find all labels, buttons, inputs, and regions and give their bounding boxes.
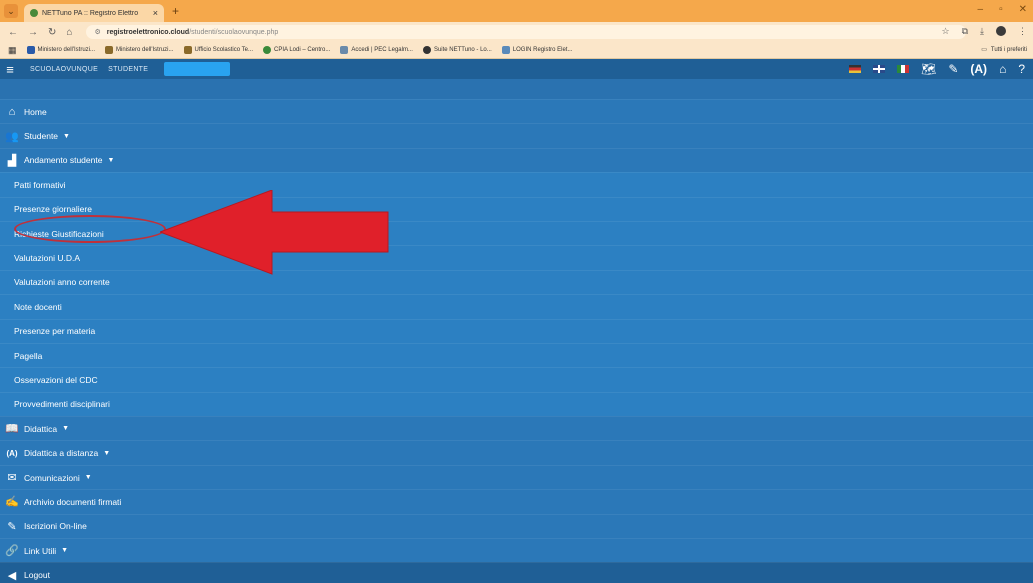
- italian-flag-icon[interactable]: [897, 65, 910, 73]
- restore-icon[interactable]: ▫: [999, 4, 1003, 15]
- help-icon[interactable]: ?: [1018, 62, 1025, 76]
- submenu-provvedimenti[interactable]: Provvedimenti disciplinari: [0, 391, 1033, 417]
- reload-icon[interactable]: ↻: [48, 27, 56, 38]
- tab-search-icon[interactable]: ⌄: [4, 4, 18, 18]
- extensions-icon[interactable]: ⧉: [962, 26, 968, 37]
- chart-icon: ▟: [7, 154, 17, 167]
- menu-iscrizioni[interactable]: ✎ Iscrizioni On-line: [0, 513, 1033, 539]
- bookmark-5[interactable]: Accedi | PEC Legalm...: [340, 46, 413, 54]
- folder-icon: ▭: [981, 47, 987, 53]
- chevron-down-icon: ▼: [62, 425, 70, 433]
- chevron-down-icon: ▼: [61, 547, 69, 555]
- submenu-presenze-giornaliere[interactable]: Presenze giornaliere: [0, 196, 1033, 221]
- site-info-icon[interactable]: ⚙: [94, 28, 100, 36]
- broadcast-icon: (A): [6, 448, 18, 458]
- uk-flag-icon[interactable]: [873, 65, 886, 73]
- apps-icon[interactable]: ▦: [8, 45, 17, 56]
- bookmark-1[interactable]: Ministero dell'Istruzi...: [26, 46, 95, 54]
- more-icon[interactable]: ⋮: [1018, 26, 1027, 37]
- distance-learning-icon[interactable]: (A): [970, 62, 987, 76]
- submenu-presenze-materia[interactable]: Presenze per materia: [0, 318, 1033, 343]
- header-icons: 🗺 ✎ (A) ⌂ ?: [849, 59, 1033, 79]
- browser-nav-bar: ← → ↻ ⌂ ⚙ registroelettronico.cloud /stu…: [0, 22, 1033, 42]
- tab-close-icon[interactable]: ×: [153, 8, 158, 18]
- side-menu: ⌂ Home 👥 Studente ▼ ▟ Andamento studente…: [0, 99, 1033, 583]
- browser-actions: ☆ ⧉ ⤓ ⋮: [942, 26, 1027, 37]
- download-icon[interactable]: ⤓: [980, 26, 984, 37]
- bookmarks-bar: ▦ Ministero dell'Istruzi... Ministero de…: [0, 42, 1033, 59]
- url-domain: registroelettronico.cloud: [106, 28, 190, 36]
- forward-icon[interactable]: →: [28, 27, 38, 38]
- url-path: /studenti/scuolaovunque.php: [189, 28, 279, 36]
- close-window-icon[interactable]: ✕: [1019, 4, 1027, 15]
- bookmark-6[interactable]: Suite NETTuno - Lo...: [422, 46, 492, 54]
- home-icon[interactable]: ⌂: [66, 27, 72, 38]
- hamburger-menu-icon[interactable]: ≡: [0, 62, 20, 77]
- new-tab-button[interactable]: +: [172, 4, 179, 18]
- submenu-osservazioni-cdc[interactable]: Osservazioni del CDC: [0, 367, 1033, 392]
- tab-title: NETTuno PA :: Registro Elettro: [42, 9, 139, 17]
- users-icon: 👥: [5, 130, 19, 143]
- menu-archivio[interactable]: ✍ Archivio documenti firmati: [0, 489, 1033, 514]
- minimize-icon[interactable]: –: [978, 4, 984, 15]
- all-bookmarks[interactable]: ▭ Tutti i preferiti: [981, 46, 1027, 54]
- screenshot: ⌄ NETTuno PA :: Registro Elettro × + – ▫…: [0, 0, 1033, 583]
- browser-tab-bar: ⌄ NETTuno PA :: Registro Elettro × + – ▫…: [0, 0, 1033, 22]
- edit-icon: ✎: [7, 520, 17, 533]
- chevron-down-icon: ▼: [103, 449, 111, 457]
- menu-logout[interactable]: ◀ Logout: [0, 562, 1033, 583]
- chevron-down-icon: ▼: [107, 156, 115, 164]
- star-icon[interactable]: ☆: [942, 26, 950, 37]
- bookmark-4[interactable]: CPIA Lodi – Centro...: [263, 46, 330, 54]
- map-icon[interactable]: 🗺: [921, 62, 936, 76]
- bookmark-2[interactable]: Ministero dell'Istruzi...: [105, 46, 174, 54]
- address-bar[interactable]: ⚙ registroelettronico.cloud /studenti/sc…: [86, 25, 967, 39]
- favicon-icon: [30, 9, 38, 17]
- menu-andamento-studente[interactable]: ▟ Andamento studente ▼: [0, 147, 1033, 173]
- app-header: ≡ SCUOLAOVUNQUE STUDENTE 🗺 ✎ (A) ⌂ ?: [0, 59, 1033, 79]
- submenu-valutazioni-anno[interactable]: Valutazioni anno corrente: [0, 269, 1033, 295]
- signature-icon: ✍: [5, 496, 19, 509]
- bookmark-3[interactable]: Ufficio Scolastico Te...: [183, 46, 253, 54]
- submenu-patti-formativi[interactable]: Patti formativi: [0, 172, 1033, 197]
- highlight-ellipse: [14, 215, 166, 243]
- browser-tab[interactable]: NETTuno PA :: Registro Elettro ×: [24, 4, 164, 22]
- chevron-down-icon: ▼: [63, 132, 70, 140]
- bookmark-7[interactable]: LOGIN Registro Elet...: [501, 46, 572, 54]
- menu-link-utili[interactable]: 🔗 Link Utili ▼: [0, 538, 1033, 563]
- submenu-note-docenti[interactable]: Note docenti: [0, 294, 1033, 319]
- menu-didattica[interactable]: 📖 Didattica ▼: [0, 416, 1033, 441]
- home-icon[interactable]: ⌂: [999, 62, 1006, 76]
- menu-comunicazioni[interactable]: ✉ Comunicazioni ▼: [0, 464, 1033, 490]
- header-studente[interactable]: STUDENTE: [108, 66, 148, 73]
- window-controls: – ▫ ✕: [978, 4, 1028, 15]
- submenu-pagella[interactable]: Pagella: [0, 342, 1033, 368]
- book-icon: 📖: [5, 423, 19, 436]
- menu-studente[interactable]: 👥 Studente ▼: [0, 123, 1033, 148]
- chevron-down-icon: ▼: [84, 474, 92, 482]
- back-icon[interactable]: ←: [8, 27, 18, 38]
- edit-icon[interactable]: ✎: [948, 62, 958, 76]
- submenu-valutazioni-uda[interactable]: Valutazioni U.D.A: [0, 245, 1033, 270]
- profile-icon[interactable]: [996, 26, 1006, 36]
- german-flag-icon[interactable]: [849, 65, 862, 73]
- menu-didattica-distanza[interactable]: (A) Didattica a distanza ▼: [0, 440, 1033, 465]
- menu-home[interactable]: ⌂ Home: [0, 99, 1033, 124]
- envelope-icon: ✉: [7, 472, 17, 485]
- red-arrow-annotation: [160, 190, 389, 275]
- home-icon: ⌂: [8, 105, 16, 118]
- header-scuolaovunque[interactable]: SCUOLAOVUNQUE: [30, 66, 98, 73]
- logout-icon: ◀: [7, 569, 17, 582]
- link-icon: 🔗: [5, 545, 19, 558]
- student-name-redacted: [164, 62, 231, 76]
